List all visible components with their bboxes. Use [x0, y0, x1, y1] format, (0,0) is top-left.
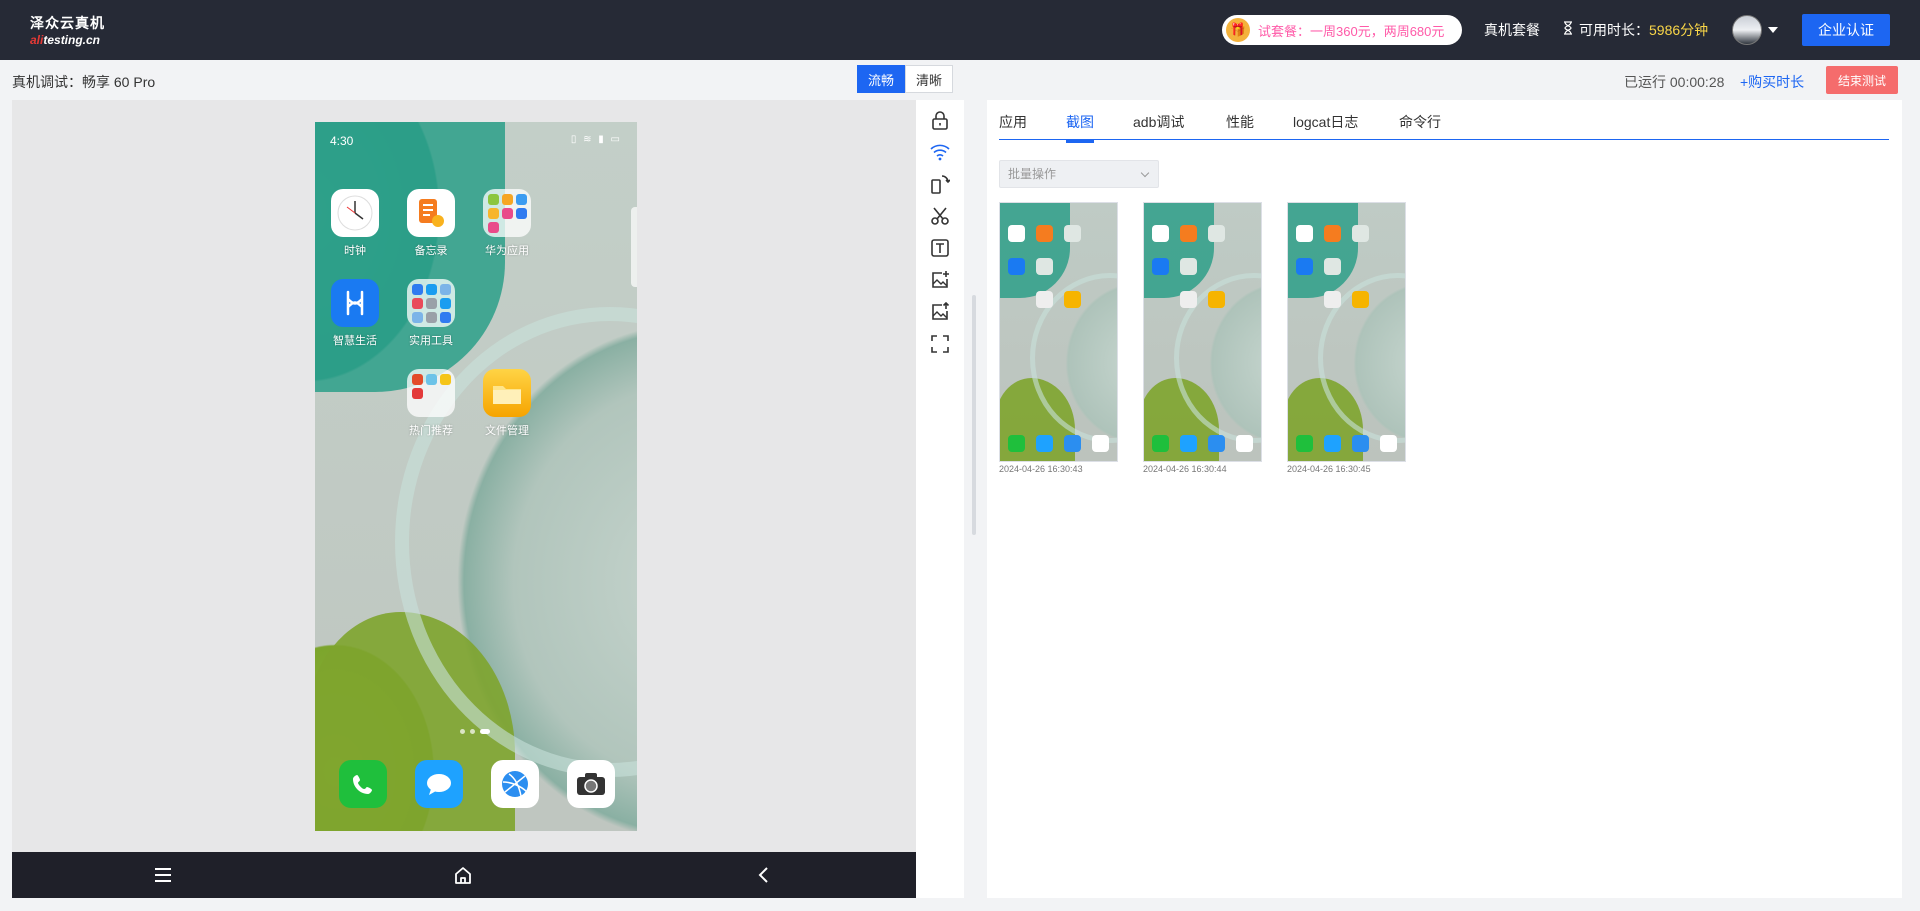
phone-status-bar: 4:30 ▯ ≋ ▮ ▭ [330, 134, 622, 148]
avatar[interactable] [1732, 15, 1762, 45]
promo-banner[interactable]: 🎁 试套餐：一周360元，两周680元 [1222, 15, 1462, 45]
screenshot-timestamp: 2024-04-26 16:30:43 [999, 464, 1083, 474]
menu-icon[interactable] [153, 865, 173, 885]
wifi-icon[interactable] [930, 142, 950, 162]
device-title: 真机调试：畅享 60 Pro [12, 74, 156, 90]
brand-name: 泽众云真机 [30, 15, 105, 31]
status-icons: ▯ ≋ ▮ ▭ [570, 134, 622, 145]
app-notes[interactable]: 备忘录 [399, 189, 463, 258]
scissors-icon[interactable] [930, 206, 950, 226]
brand-logo[interactable]: 泽众云真机 alitesting.cn [30, 13, 105, 47]
app-label: 文件管理 [485, 425, 529, 437]
gift-icon: 🎁 [1226, 18, 1250, 42]
tab-adb[interactable]: adb调试 [1133, 112, 1184, 132]
side-panel-handle[interactable] [631, 207, 637, 287]
top-navigation-bar: 泽众云真机 alitesting.cn 🎁 试套餐：一周360元，两周680元 … [0, 0, 1920, 60]
lock-icon[interactable] [930, 110, 950, 130]
brand-domain: alitesting.cn [30, 33, 101, 47]
tab-apps[interactable]: 应用 [999, 112, 1027, 132]
enterprise-verify-button[interactable]: 企业认证 [1802, 14, 1890, 46]
screenshot-item[interactable]: 2024-04-26 16:30:45 [1287, 202, 1406, 474]
messages-icon[interactable] [415, 760, 463, 808]
folder-icon [483, 189, 531, 237]
camera-icon[interactable] [567, 760, 615, 808]
runtime-counter: 已运行 00:00:28 [1624, 74, 1725, 90]
home-icon[interactable] [453, 865, 473, 885]
batch-action-placeholder: 批量操作 [1008, 167, 1057, 181]
app-label: 华为应用 [485, 245, 529, 257]
device-nav-bar [12, 852, 916, 898]
end-test-button[interactable]: 结束测试 [1826, 66, 1898, 94]
fullscreen-icon[interactable] [930, 334, 950, 354]
quality-smooth-button[interactable]: 流畅 [857, 65, 905, 93]
text-icon[interactable] [930, 238, 950, 258]
browser-icon[interactable] [491, 760, 539, 808]
tab-performance[interactable]: 性能 [1226, 112, 1254, 132]
screenshot-item[interactable]: 2024-04-26 16:30:44 [1143, 202, 1262, 474]
back-icon[interactable] [754, 865, 774, 885]
image-add-icon[interactable] [930, 270, 950, 290]
folder-icon [407, 279, 455, 327]
screenshot-timestamp: 2024-04-26 16:30:45 [1287, 464, 1371, 474]
app-folder-recommended[interactable]: 热门推荐 [399, 369, 463, 438]
app-label: 热门推荐 [409, 425, 453, 437]
tab-shell[interactable]: 命令行 [1399, 112, 1441, 132]
screenshot-thumbnail[interactable] [1287, 202, 1406, 462]
app-label: 智慧生活 [333, 335, 377, 347]
chevron-down-icon[interactable] [1768, 27, 1778, 33]
tools-panel: 应用 截图 adb调试 性能 logcat日志 命令行 批量操作 2024-04… [987, 100, 1902, 898]
app-smart-life[interactable]: 智慧生活 [323, 279, 387, 348]
folder-icon [407, 369, 455, 417]
batch-action-select[interactable]: 批量操作 [999, 160, 1159, 188]
quality-toggle: 流畅 清晰 [857, 65, 953, 93]
chevron-down-icon [1140, 168, 1150, 178]
screenshot-thumbnail[interactable] [999, 202, 1118, 462]
device-toolbar [916, 100, 964, 898]
files-icon [483, 369, 531, 417]
available-time: 可用时长：5986分钟 [1579, 22, 1709, 38]
tab-bar: 应用 截图 adb调试 性能 logcat日志 命令行 [999, 100, 1889, 143]
promo-text: 试套餐：一周360元，两周680元 [1258, 23, 1445, 39]
phone-icon[interactable] [339, 760, 387, 808]
screenshot-thumbnail[interactable] [1143, 202, 1262, 462]
smart-life-icon [331, 279, 379, 327]
hourglass-icon [1564, 21, 1572, 35]
session-bar: 真机调试：畅享 60 Pro 流畅 清晰 已运行 00:00:28 +购买时长 … [0, 60, 1920, 100]
plans-link[interactable]: 真机套餐 [1484, 20, 1540, 40]
rotate-icon[interactable] [930, 174, 950, 194]
app-label: 时钟 [344, 245, 366, 257]
app-label: 实用工具 [409, 335, 453, 347]
app-folder-tools[interactable]: 实用工具 [399, 279, 463, 348]
screenshot-item[interactable]: 2024-04-26 16:30:43 [999, 202, 1118, 474]
app-file-manager[interactable]: 文件管理 [475, 369, 539, 438]
app-folder-huawei[interactable]: 华为应用 [475, 189, 539, 258]
screenshot-timestamp: 2024-04-26 16:30:44 [1143, 464, 1227, 474]
phone-clock: 4:30 [330, 134, 354, 148]
app-clock[interactable]: 时钟 [323, 189, 387, 258]
tab-screenshots[interactable]: 截图 [1066, 112, 1094, 143]
page-indicator [460, 729, 490, 734]
image-upload-icon[interactable] [930, 302, 950, 322]
phone-screen[interactable]: 4:30 ▯ ≋ ▮ ▭ 时钟 备忘录 华为应用 智慧生活 实用工具 热门推荐 … [315, 122, 637, 831]
device-screen-area: 4:30 ▯ ≋ ▮ ▭ 时钟 备忘录 华为应用 智慧生活 实用工具 热门推荐 … [12, 100, 916, 898]
buy-time-link[interactable]: +购买时长 [1740, 72, 1804, 92]
clock-icon [331, 189, 379, 237]
scrollbar[interactable] [972, 295, 976, 535]
quality-hd-button[interactable]: 清晰 [905, 65, 953, 93]
tab-logcat[interactable]: logcat日志 [1293, 112, 1358, 132]
app-label: 备忘录 [414, 245, 448, 257]
notes-icon [407, 189, 455, 237]
